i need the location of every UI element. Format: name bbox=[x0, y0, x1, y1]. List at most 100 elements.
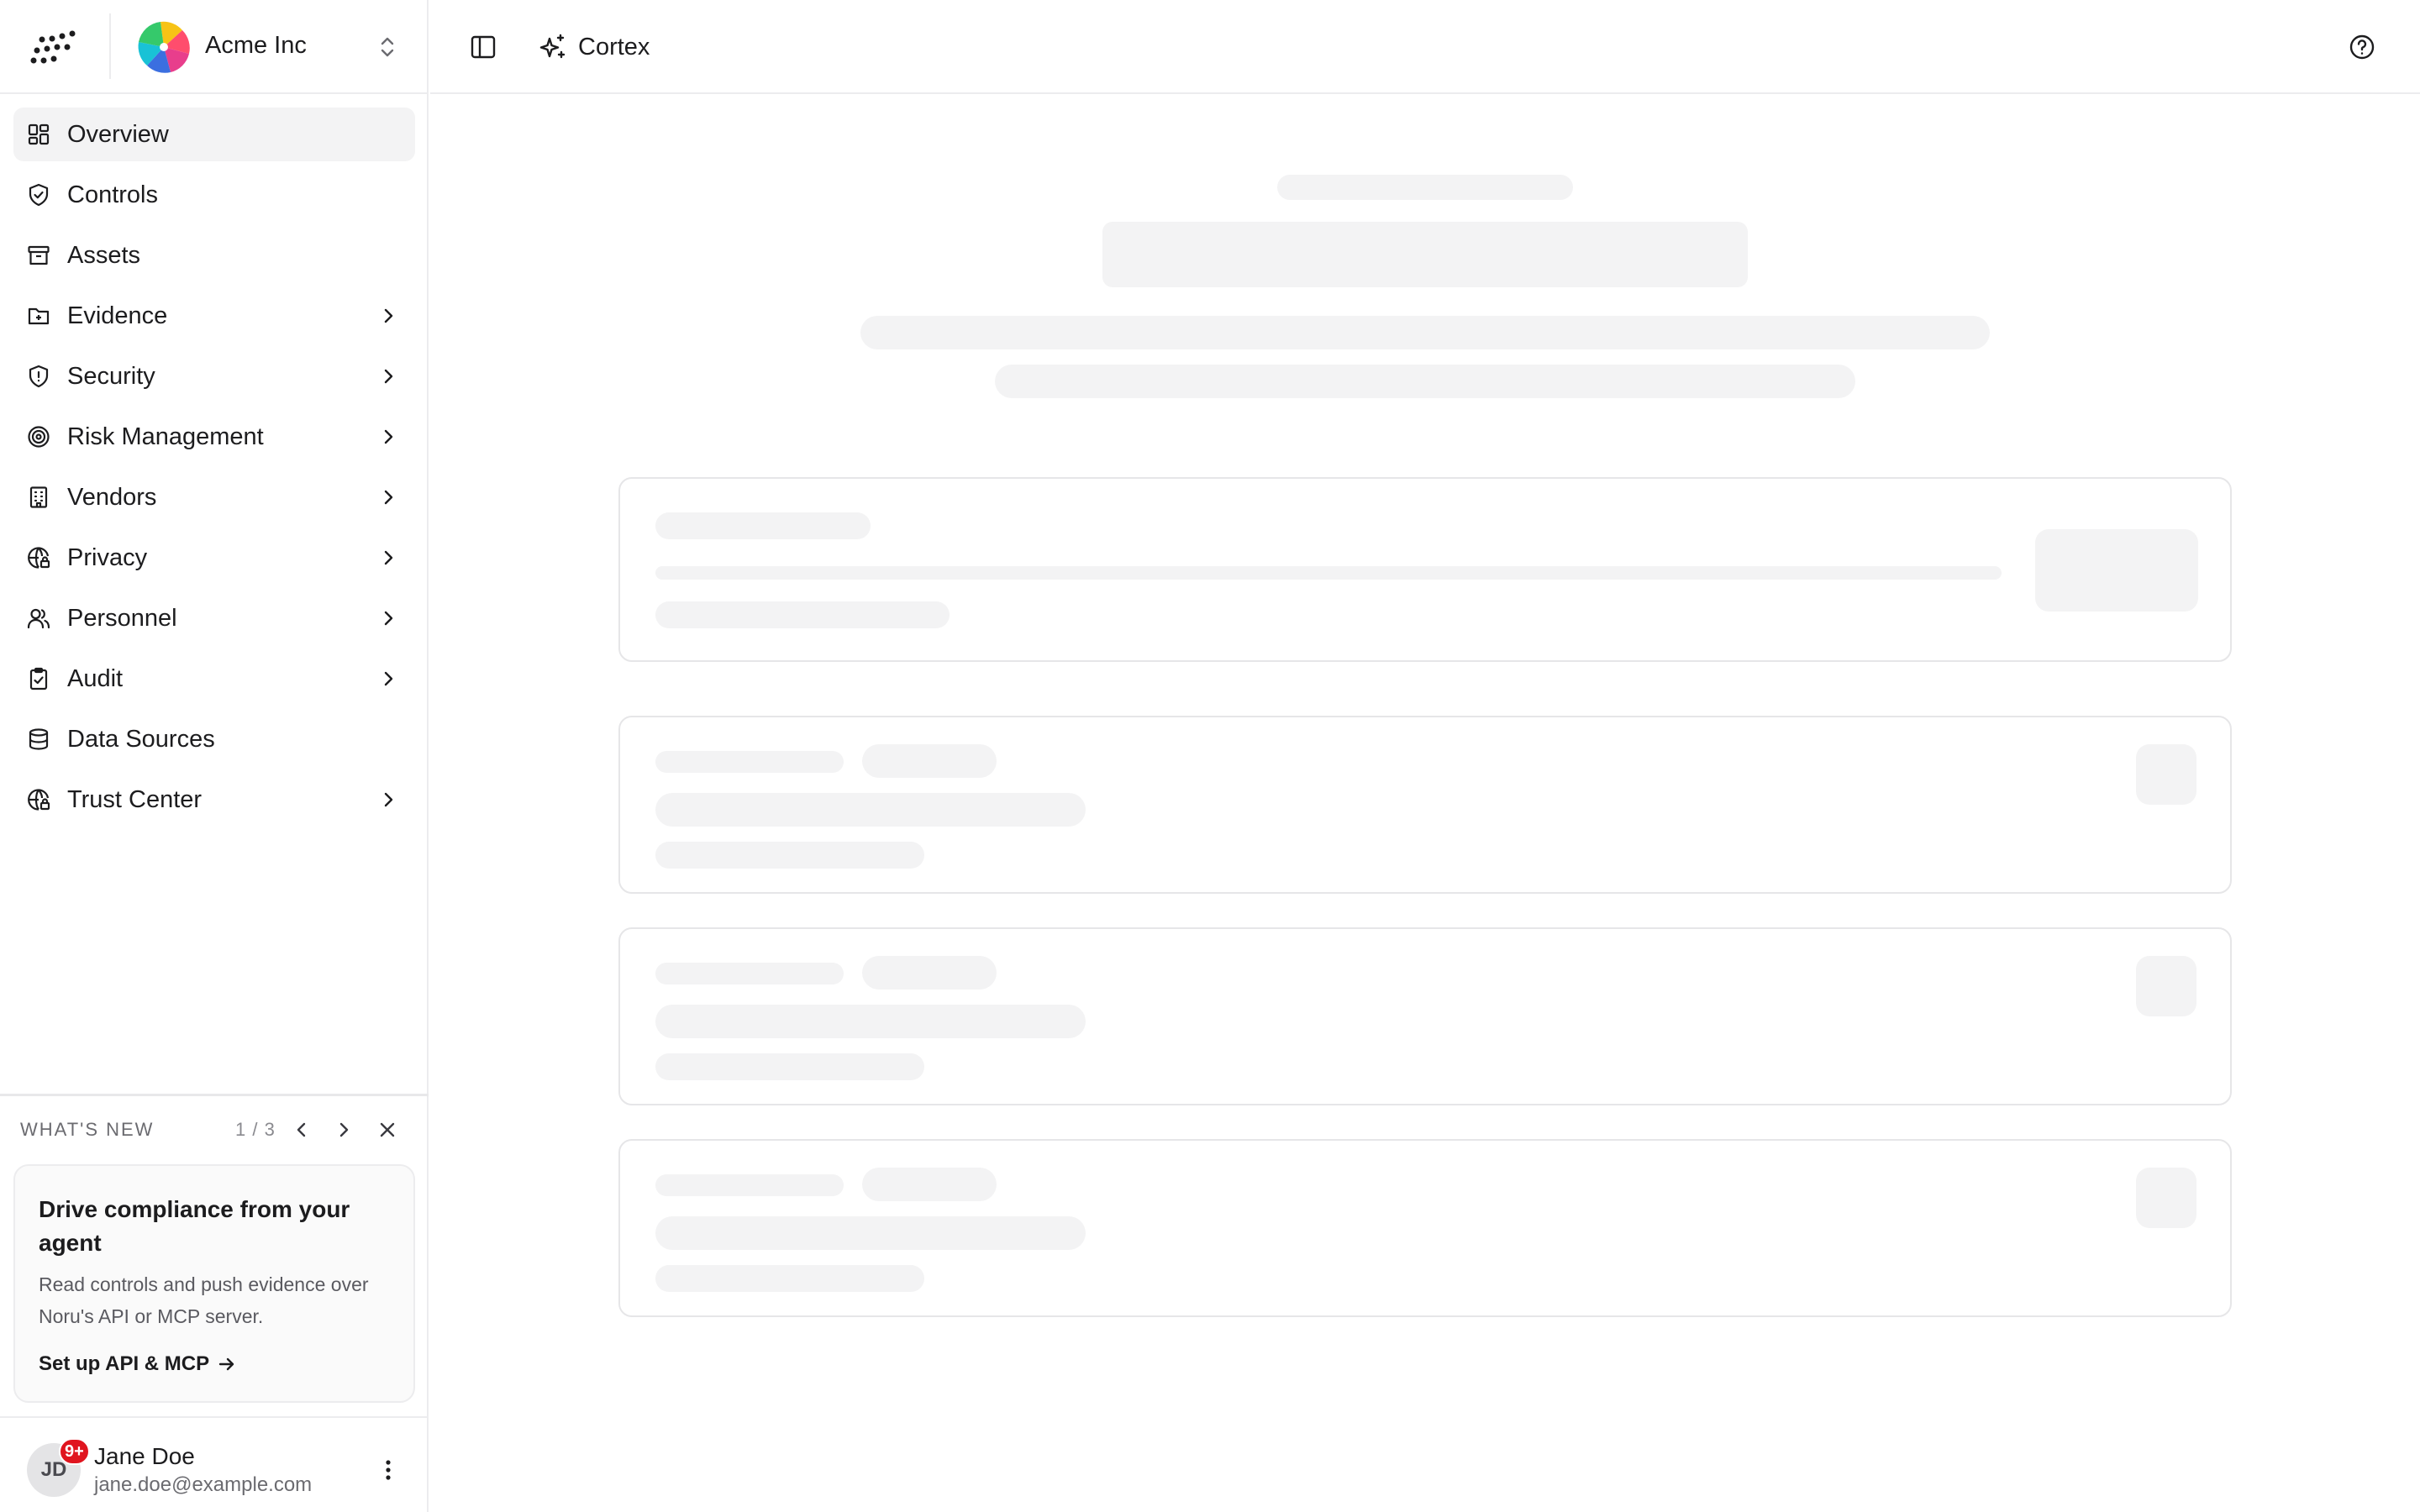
skeleton-line bbox=[655, 963, 844, 984]
skeleton-icon bbox=[2136, 1168, 2196, 1228]
cortex-label: Cortex bbox=[578, 33, 650, 60]
close-icon[interactable] bbox=[375, 1117, 400, 1142]
skeleton-button bbox=[2035, 529, 2198, 612]
whats-new-title: WHAT'S NEW bbox=[20, 1119, 155, 1140]
skeleton-pill bbox=[862, 744, 997, 778]
sidebar-item-overview[interactable]: Overview bbox=[13, 108, 415, 161]
arrow-right-icon bbox=[218, 1357, 234, 1371]
sidebar-item-label: Audit bbox=[67, 665, 124, 692]
skeleton-icon bbox=[2136, 744, 2196, 805]
skeleton-card bbox=[618, 1139, 2232, 1317]
help-icon[interactable] bbox=[2348, 33, 2376, 61]
sidebar-item-assets[interactable]: Assets bbox=[13, 228, 415, 282]
dashboard-icon bbox=[28, 123, 50, 145]
sidebar-item-data-sources[interactable]: Data Sources bbox=[13, 712, 415, 766]
users-icon bbox=[27, 608, 50, 629]
sidebar-item-label: Privacy bbox=[67, 544, 148, 571]
setup-api-mcp-link[interactable]: Set up API & MCP bbox=[39, 1352, 238, 1376]
org-switcher[interactable]: Acme Inc bbox=[126, 12, 412, 82]
next-arrow-icon[interactable] bbox=[331, 1117, 356, 1142]
whats-new-counter: 1 / 3 bbox=[235, 1119, 276, 1140]
sidebar: Acme Inc Overview Controls Assets Eviden… bbox=[0, 0, 429, 1512]
org-name: Acme Inc bbox=[205, 32, 307, 59]
sidebar-item-risk-management[interactable]: Risk Management bbox=[13, 410, 415, 464]
sidebar-header: Acme Inc bbox=[0, 0, 429, 94]
skeleton-pill bbox=[862, 956, 997, 990]
skeleton-subtitle-line bbox=[860, 316, 1990, 349]
sidebar-item-label: Security bbox=[67, 363, 155, 390]
sidebar-toggle-icon[interactable] bbox=[469, 33, 497, 61]
whats-new-card-body: Read controls and push evidence over Nor… bbox=[39, 1273, 369, 1327]
sidebar-item-label: Evidence bbox=[67, 302, 168, 329]
skeleton-line bbox=[655, 751, 844, 773]
target-icon bbox=[28, 426, 50, 448]
user-menu-trigger[interactable]: JD 9+ Jane Doe jane.doe@example.com bbox=[0, 1420, 429, 1512]
skeleton-subtitle-line bbox=[995, 365, 1855, 398]
skeleton-line bbox=[655, 601, 950, 628]
shield-check-icon bbox=[29, 183, 49, 207]
skeleton-pill bbox=[862, 1168, 997, 1201]
database-icon bbox=[29, 728, 49, 750]
sidebar-item-privacy[interactable]: Privacy bbox=[13, 531, 415, 585]
app-logo-icon[interactable] bbox=[30, 29, 79, 66]
globe-lock-icon bbox=[28, 789, 50, 811]
globe-lock-icon bbox=[28, 547, 50, 569]
sidebar-item-label: Data Sources bbox=[67, 726, 215, 753]
user-email: jane.doe@example.com bbox=[94, 1473, 313, 1496]
sidebar-item-evidence[interactable]: Evidence bbox=[13, 289, 415, 343]
sidebar-item-label: Personnel bbox=[67, 605, 177, 632]
skeleton-card bbox=[618, 477, 2232, 662]
clipboard-check-icon bbox=[29, 667, 48, 690]
sidebar-item-trust-center[interactable]: Trust Center bbox=[13, 773, 415, 827]
sidebar-item-security[interactable]: Security bbox=[13, 349, 415, 403]
skeleton-line bbox=[655, 1053, 924, 1080]
sidebar-item-vendors[interactable]: Vendors bbox=[13, 470, 415, 524]
skeleton-card bbox=[618, 927, 2232, 1105]
sidebar-item-label: Risk Management bbox=[67, 423, 264, 450]
notification-badge: 9+ bbox=[59, 1438, 90, 1465]
sidebar-item-label: Assets bbox=[67, 242, 141, 269]
folder-file-icon bbox=[28, 307, 50, 325]
sidebar-item-personnel[interactable]: Personnel bbox=[13, 591, 415, 645]
org-logo-icon bbox=[138, 21, 190, 73]
sidebar-item-audit[interactable]: Audit bbox=[13, 652, 415, 706]
sidebar-item-label: Vendors bbox=[67, 484, 157, 511]
chevron-right-icon bbox=[384, 671, 393, 686]
sparkles-icon bbox=[539, 34, 566, 59]
shield-alert-icon bbox=[29, 365, 49, 388]
whats-new-card: Drive compliance from your agent Read co… bbox=[13, 1164, 415, 1403]
skeleton-card bbox=[618, 716, 2232, 894]
sidebar-item-controls[interactable]: Controls bbox=[13, 168, 415, 222]
skeleton-line bbox=[655, 1005, 1086, 1038]
skeleton-eyebrow bbox=[1277, 175, 1573, 200]
building-icon bbox=[29, 486, 48, 508]
more-vertical-icon[interactable] bbox=[375, 1457, 402, 1483]
chevron-right-icon bbox=[384, 550, 393, 565]
chevron-up-down-icon bbox=[381, 37, 394, 57]
skeleton-line bbox=[655, 842, 924, 869]
sidebar-item-label: Controls bbox=[67, 181, 158, 208]
chevron-right-icon bbox=[384, 429, 393, 444]
skeleton-line bbox=[655, 566, 2002, 580]
top-bar: Cortex bbox=[430, 0, 2420, 94]
skeleton-line bbox=[655, 1174, 844, 1196]
sidebar-item-label: Overview bbox=[67, 121, 169, 148]
user-divider bbox=[0, 1416, 429, 1418]
chevron-right-icon bbox=[384, 369, 393, 384]
user-name: Jane Doe bbox=[94, 1443, 195, 1469]
skeleton-line bbox=[655, 1265, 924, 1292]
whats-new-card-title: Drive compliance from your agent bbox=[39, 1196, 350, 1256]
skeleton-icon bbox=[2136, 956, 2196, 1016]
chevron-right-icon bbox=[384, 611, 393, 626]
cortex-button[interactable]: Cortex bbox=[538, 24, 650, 71]
skeleton-title bbox=[1102, 222, 1748, 287]
skeleton-line bbox=[655, 793, 1086, 827]
sidebar-item-label: Trust Center bbox=[67, 786, 203, 813]
sidebar-nav: Overview Controls Assets Evidence Securi… bbox=[13, 108, 415, 833]
previous-arrow-icon[interactable] bbox=[289, 1117, 314, 1142]
skeleton-line bbox=[655, 1216, 1086, 1250]
setup-api-mcp-label: Set up API & MCP bbox=[39, 1352, 210, 1375]
whats-new-divider bbox=[0, 1094, 429, 1096]
chevron-right-icon bbox=[384, 308, 393, 323]
skeleton-line bbox=[655, 512, 871, 539]
